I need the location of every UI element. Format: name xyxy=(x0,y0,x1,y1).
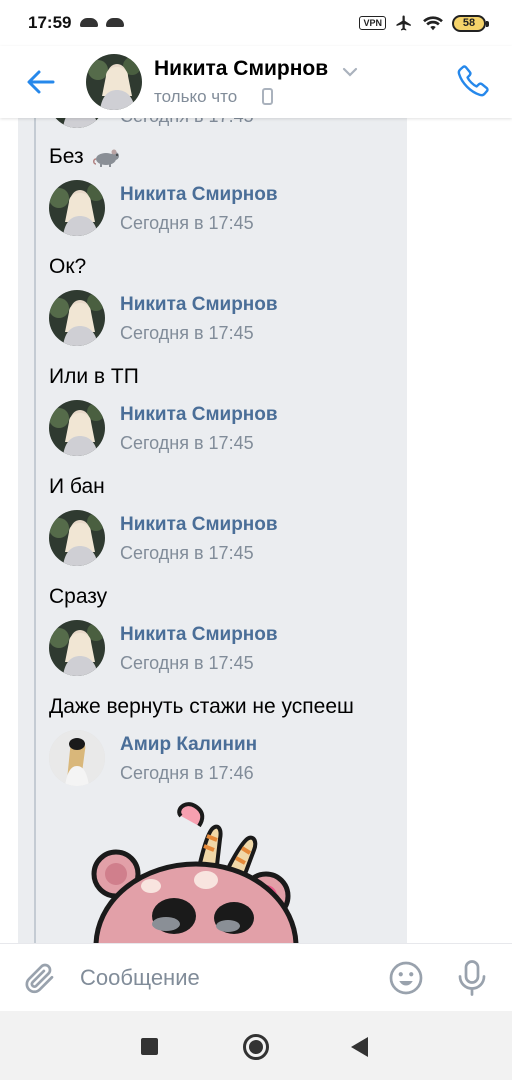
message-time: Сегодня в 17:45 xyxy=(120,118,254,127)
online-status: только что xyxy=(154,87,238,106)
contact-avatar[interactable] xyxy=(86,54,142,110)
message-author[interactable]: Никита Смирнов xyxy=(120,514,278,536)
message-text: И бан xyxy=(49,475,105,498)
mobile-device-icon xyxy=(262,88,273,105)
author-avatar[interactable] xyxy=(49,290,105,346)
message-time: Сегодня в 17:45 xyxy=(120,653,254,673)
message-author[interactable]: Никита Смирнов xyxy=(120,294,278,316)
message-author[interactable]: Никита Смирнов xyxy=(120,624,278,646)
message-time: Сегодня в 17:45 xyxy=(120,433,254,453)
message-text: Ок? xyxy=(49,255,87,278)
airplane-mode-icon xyxy=(396,15,411,31)
message-composer xyxy=(0,943,512,1011)
contact-name[interactable]: Никита Смирнов xyxy=(154,57,328,81)
author-avatar[interactable] xyxy=(49,180,105,236)
home-button[interactable] xyxy=(243,1034,269,1060)
author-avatar[interactable] xyxy=(49,400,105,456)
message-time: Сегодня в 17:45 xyxy=(120,213,254,233)
message-text: Сразу xyxy=(49,585,108,608)
chevron-down-icon[interactable] xyxy=(342,66,358,78)
forward-indicator-line xyxy=(34,118,36,943)
status-bar: 17:59 VPN 58 xyxy=(0,0,512,46)
smile-icon[interactable] xyxy=(388,960,424,996)
message-time: Сегодня в 17:45 xyxy=(120,543,254,563)
message-list[interactable]: Сегодня в 17:45 Без Никита Смирнов Сегодн… xyxy=(0,118,512,943)
battery-indicator: 58 xyxy=(452,14,489,32)
wifi-icon xyxy=(423,16,443,31)
message-input[interactable] xyxy=(80,962,370,994)
message-text: Или в ТП xyxy=(49,365,139,388)
author-avatar[interactable] xyxy=(49,620,105,676)
message-text: Даже вернуть стажи не успееш xyxy=(49,695,354,718)
message-author[interactable]: Амир Калинин xyxy=(120,734,257,756)
arrow-left-icon[interactable] xyxy=(24,65,58,99)
recent-apps-button[interactable] xyxy=(141,1038,158,1055)
paperclip-icon[interactable] xyxy=(22,960,58,996)
notification-icon xyxy=(106,18,124,27)
message-time: Сегодня в 17:46 xyxy=(120,763,254,783)
phone-icon[interactable] xyxy=(456,62,492,98)
message-time: Сегодня в 17:45 xyxy=(120,323,254,343)
back-button[interactable] xyxy=(351,1037,368,1057)
message-text: Без xyxy=(49,145,121,169)
rat-emoji-icon xyxy=(93,149,120,168)
vpn-badge: VPN xyxy=(359,16,386,30)
microphone-icon[interactable] xyxy=(454,958,490,998)
message-author[interactable]: Никита Смирнов xyxy=(120,184,278,206)
system-navigation-bar xyxy=(0,1011,512,1080)
sticker-image[interactable] xyxy=(56,796,306,943)
status-time: 17:59 xyxy=(28,13,72,32)
author-avatar[interactable] xyxy=(49,730,105,786)
message-author[interactable]: Никита Смирнов xyxy=(120,404,278,426)
author-avatar[interactable] xyxy=(49,510,105,566)
chat-header: Никита Смирнов только что xyxy=(0,46,512,118)
notification-icon xyxy=(80,18,98,27)
